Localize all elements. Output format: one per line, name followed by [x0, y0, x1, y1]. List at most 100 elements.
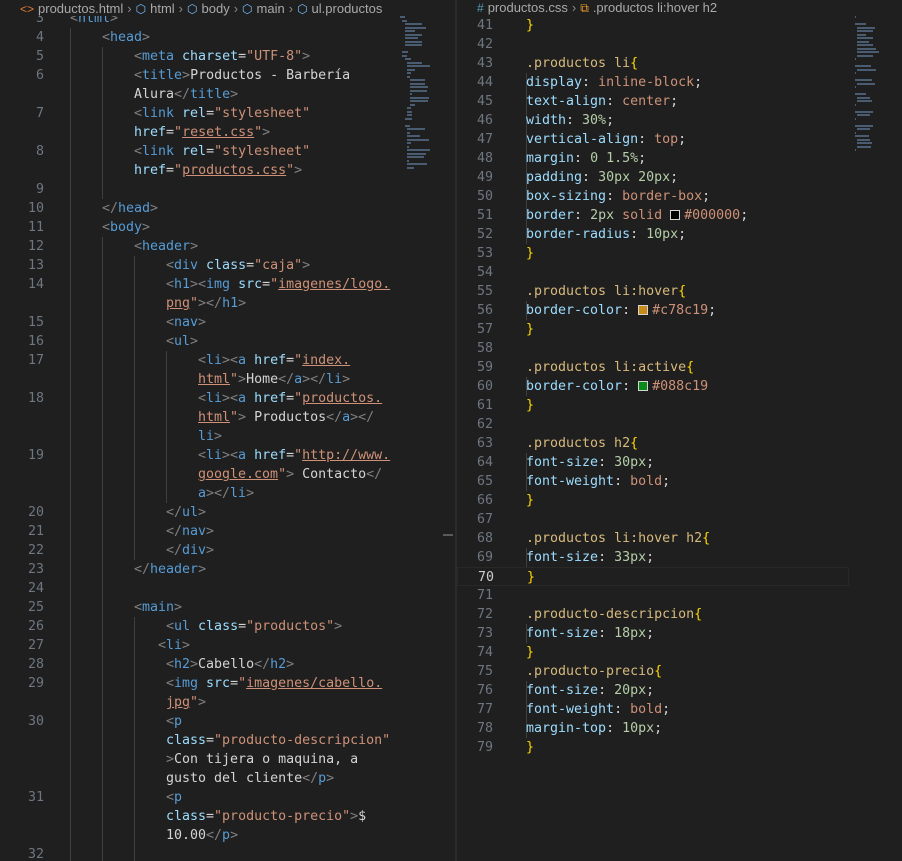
- code-line[interactable]: 60 border-color: #088c19: [457, 377, 902, 396]
- code-line[interactable]: google.com"> Contacto</: [0, 465, 455, 484]
- code-line[interactable]: 78 margin-top: 10px;: [457, 719, 902, 738]
- code-line[interactable]: 63 .productos h2{: [457, 434, 902, 453]
- code-line[interactable]: 17 <li><a href="index.: [0, 351, 455, 370]
- code-token: top: [654, 132, 679, 147]
- code-line[interactable]: 22 </div>: [0, 541, 455, 560]
- code-line[interactable]: 20 </ul>: [0, 503, 455, 522]
- code-line[interactable]: 71: [457, 586, 902, 605]
- minimap[interactable]: [400, 16, 440, 196]
- code-line[interactable]: 58: [457, 339, 902, 358]
- code-line[interactable]: 49 padding: 30px 20px;: [457, 168, 902, 187]
- code-line[interactable]: 51 border: 2px solid #000000;: [457, 206, 902, 225]
- code-line[interactable]: gusto del cliente</p>: [0, 769, 455, 788]
- code-line[interactable]: href="reset.css">: [0, 123, 455, 142]
- code-line[interactable]: 46 width: 30%;: [457, 111, 902, 130]
- code-line[interactable]: 43 .productos li{: [457, 54, 902, 73]
- code-line[interactable]: a></li>: [0, 484, 455, 503]
- code-line[interactable]: 31 <p: [0, 788, 455, 807]
- code-line[interactable]: 77 font-weight: bold;: [457, 700, 902, 719]
- code-line[interactable]: 13 <div class="caja">: [0, 256, 455, 275]
- code-line[interactable]: 14 <h1><img src="imagenes/logo.: [0, 275, 455, 294]
- code-line[interactable]: 8 <link rel="stylesheet": [0, 142, 455, 161]
- code-line[interactable]: class="producto-descripcion": [0, 731, 455, 750]
- code-line[interactable]: jpg">: [0, 693, 455, 712]
- code-line[interactable]: 68 .productos li:hover h2{: [457, 529, 902, 548]
- code-line[interactable]: 45 text-align: center;: [457, 92, 902, 111]
- code-line[interactable]: 79}: [457, 738, 902, 757]
- minimap[interactable]: [855, 16, 895, 196]
- code-line[interactable]: 21 </nav>: [0, 522, 455, 541]
- code-line[interactable]: 62: [457, 415, 902, 434]
- css-editor-pane[interactable]: # productos.css › ⧉ .productos li:hover h2 4…: [457, 0, 902, 861]
- code-line[interactable]: 16 <ul>: [0, 332, 455, 351]
- code-line[interactable]: 67: [457, 510, 902, 529]
- code-line[interactable]: 18 <li><a href="productos.: [0, 389, 455, 408]
- color-swatch[interactable]: [670, 210, 681, 220]
- code-line[interactable]: 10.00</p>: [0, 826, 455, 845]
- code-line[interactable]: 5 <meta charset="UTF-8">: [0, 47, 455, 66]
- code-line[interactable]: 57}: [457, 320, 902, 339]
- code-line[interactable]: 12 <header>: [0, 237, 455, 256]
- code-line[interactable]: href="productos.css">: [0, 161, 455, 180]
- code-line[interactable]: 10 </head>: [0, 199, 455, 218]
- code-line[interactable]: 42: [457, 35, 902, 54]
- code-line[interactable]: 76 font-size: 20px;: [457, 681, 902, 700]
- code-line[interactable]: 56 border-color: #c78c19;: [457, 301, 902, 320]
- breadcrumb-item[interactable]: ⬡ ul.productos: [297, 1, 382, 16]
- code-line[interactable]: 28 <h2>Cabello</h2>: [0, 655, 455, 674]
- scrollbar-marker[interactable]: [443, 534, 453, 536]
- code-line[interactable]: 52 border-radius: 10px;: [457, 225, 902, 244]
- code-line[interactable]: 73 font-size: 18px;: [457, 624, 902, 643]
- code-line[interactable]: 64 font-size: 30px;: [457, 453, 902, 472]
- code-line[interactable]: 66}: [457, 491, 902, 510]
- code-line[interactable]: 25 <main>: [0, 598, 455, 617]
- code-line[interactable]: 59 .productos li:active{: [457, 358, 902, 377]
- html-editor-pane[interactable]: <> productos.html › ⬡ html › ⬡ body › ⬡ main › ⬡ ul.p…: [0, 0, 455, 861]
- code-line[interactable]: 24: [0, 579, 455, 598]
- code-line[interactable]: 74}: [457, 643, 902, 662]
- code-line[interactable]: html"> Productos</a></: [0, 408, 455, 427]
- breadcrumb-item[interactable]: ⬡ main: [242, 1, 285, 16]
- code-line[interactable]: 32: [0, 845, 455, 861]
- breadcrumb-item[interactable]: ⬡ body: [187, 1, 230, 16]
- code-line[interactable]: 50 box-sizing: border-box;: [457, 187, 902, 206]
- code-line[interactable]: li>: [0, 427, 455, 446]
- code-line[interactable]: 41}: [457, 16, 902, 35]
- code-line[interactable]: 11 <body>: [0, 218, 455, 237]
- breadcrumb-item[interactable]: # productos.css: [477, 0, 568, 15]
- color-swatch[interactable]: [638, 381, 649, 391]
- code-line[interactable]: 55 .productos li:hover{: [457, 282, 902, 301]
- code-line[interactable]: 48 margin: 0 1.5%;: [457, 149, 902, 168]
- code-line[interactable]: 9: [0, 180, 455, 199]
- code-line[interactable]: 15 <nav>: [0, 313, 455, 332]
- breadcrumb-item[interactable]: <> productos.html: [20, 1, 123, 16]
- code-line[interactable]: 54: [457, 263, 902, 282]
- code-line[interactable]: 19 <li><a href="http://www.: [0, 446, 455, 465]
- code-line[interactable]: 26 <ul class="productos">: [0, 617, 455, 636]
- code-line[interactable]: 29 <img src="imagenes/cabello.: [0, 674, 455, 693]
- code-line[interactable]: 69 font-size: 33px;: [457, 548, 902, 567]
- code-line[interactable]: 47 vertical-align: top;: [457, 130, 902, 149]
- code-line[interactable]: png"></h1>: [0, 294, 455, 313]
- code-line[interactable]: class="producto-precio">$: [0, 807, 455, 826]
- code-line[interactable]: 4 <head>: [0, 28, 455, 47]
- breadcrumb-item[interactable]: ⧉ .productos li:hover h2: [580, 0, 717, 16]
- code-line[interactable]: 23 </header>: [0, 560, 455, 579]
- code-line[interactable]: 61}: [457, 396, 902, 415]
- color-swatch[interactable]: [638, 305, 649, 315]
- code-line[interactable]: 65 font-weight: bold;: [457, 472, 902, 491]
- code-line[interactable]: 75 .producto-precio{: [457, 662, 902, 681]
- code-line[interactable]: >Con tijera o maquina, a: [0, 750, 455, 769]
- code-line[interactable]: 44 display: inline-block;: [457, 73, 902, 92]
- code-line[interactable]: 7 <link rel="stylesheet": [0, 104, 455, 123]
- code-token: a: [238, 448, 255, 463]
- code-line[interactable]: 27 <li>: [0, 636, 455, 655]
- code-line[interactable]: 53}: [457, 244, 902, 263]
- code-line[interactable]: 6 <title>Productos - Barbería: [0, 66, 455, 85]
- breadcrumb-item[interactable]: ⬡ html: [136, 1, 175, 16]
- code-line[interactable]: Alura</title>: [0, 85, 455, 104]
- code-line[interactable]: html">Home</a></li>: [0, 370, 455, 389]
- code-line[interactable]: 72 .producto-descripcion{: [457, 605, 902, 624]
- code-line[interactable]: 30 <p: [0, 712, 455, 731]
- code-line[interactable]: 70}: [457, 567, 849, 586]
